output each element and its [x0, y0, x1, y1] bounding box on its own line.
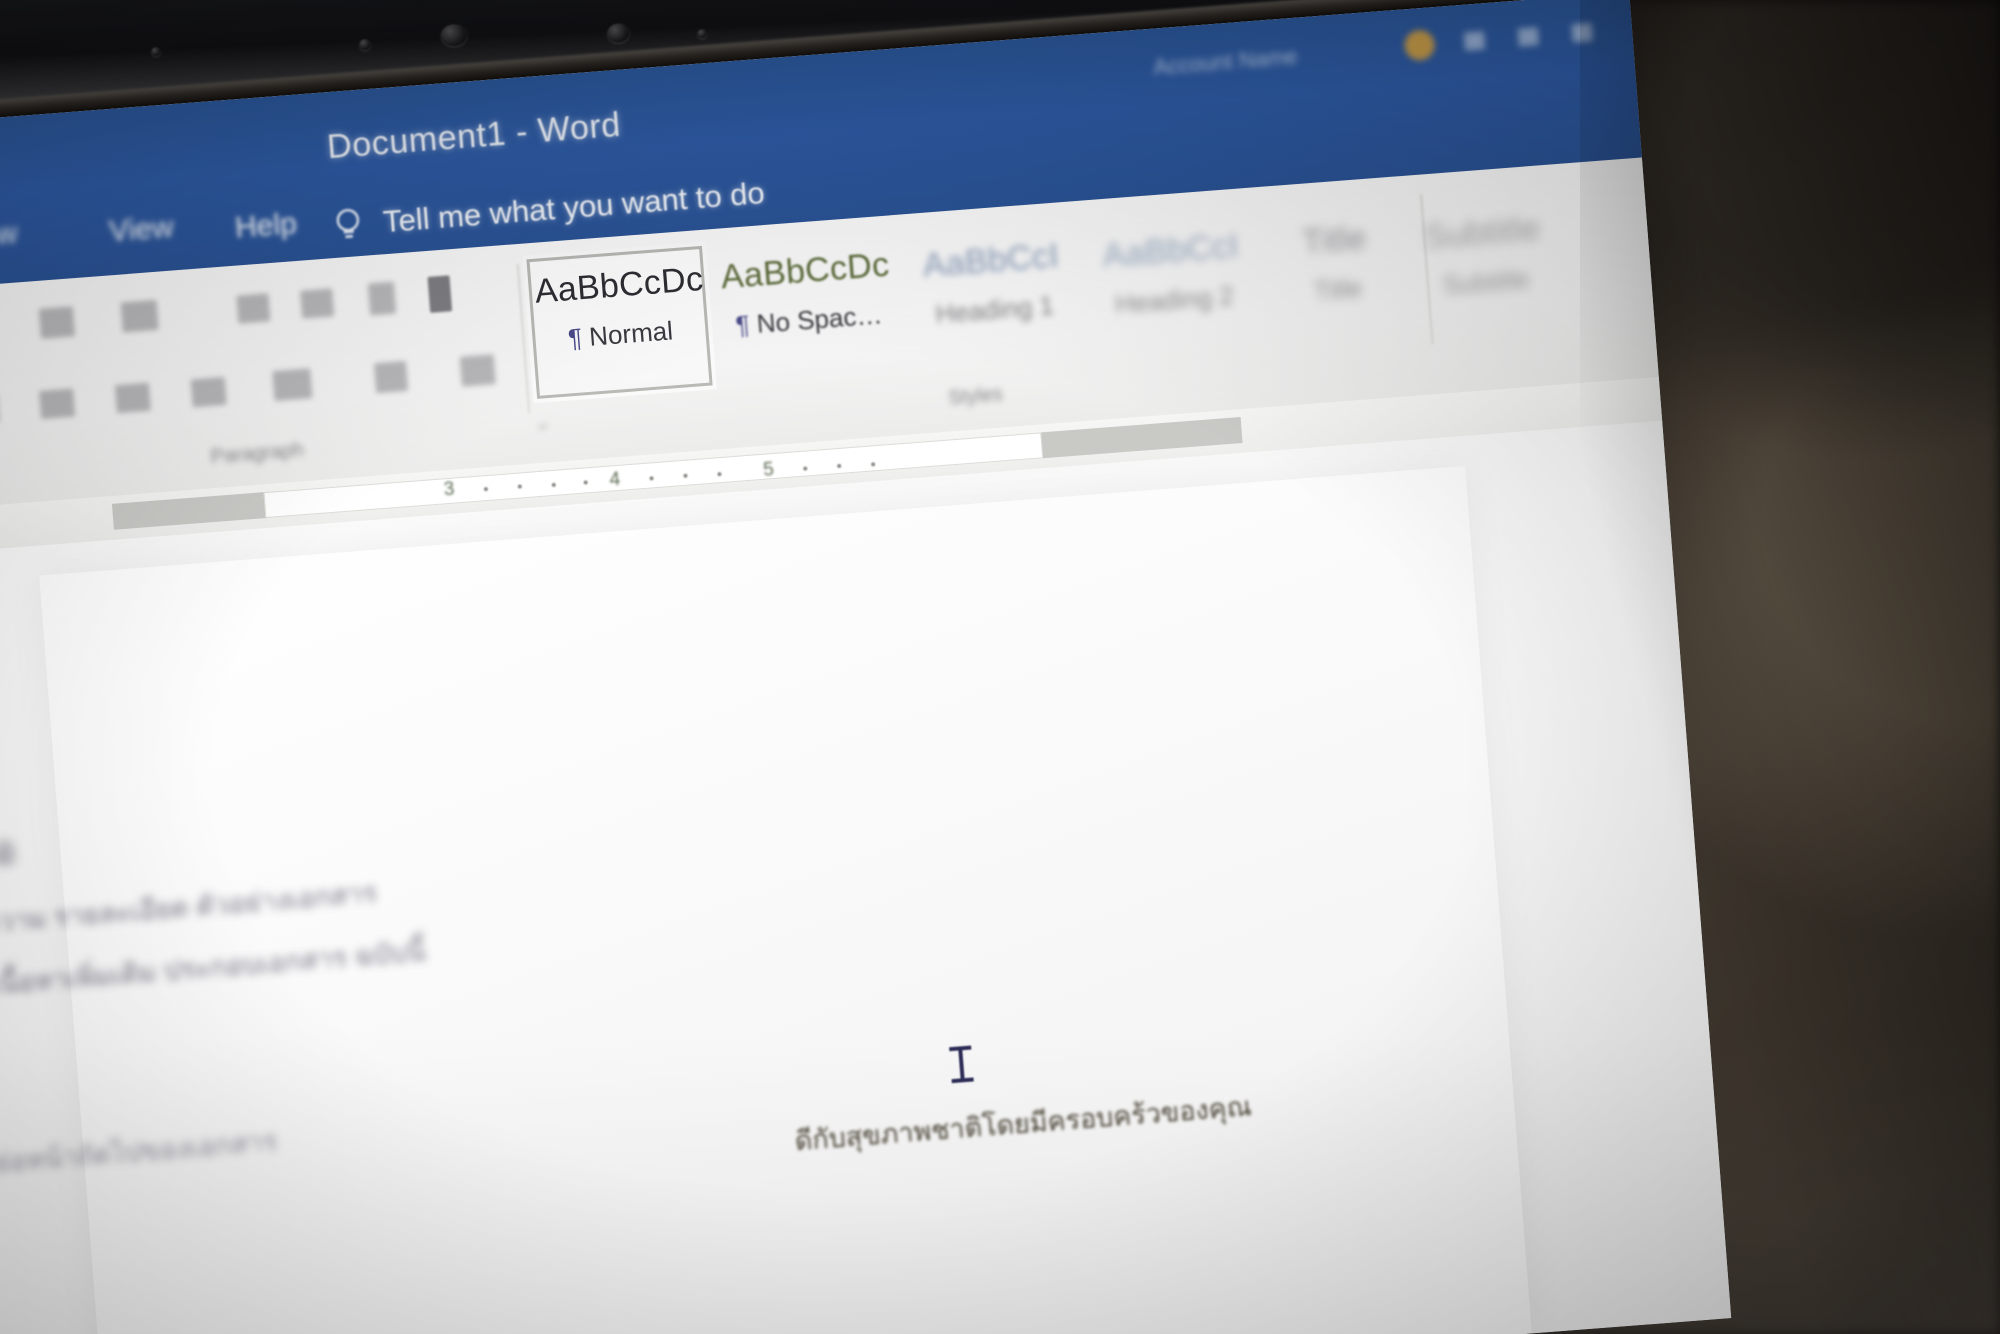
document-area[interactable]: หัวข้อ ข้อความ รายละเอียด ตัวอย่างเอกสาร… — [0, 417, 1732, 1334]
close-button[interactable] — [1571, 22, 1593, 43]
ruler-mark-4: 4 — [608, 468, 621, 491]
pilcrow-icon: ¶ — [734, 309, 751, 341]
lightbulb-icon — [336, 208, 360, 239]
justify-icon[interactable] — [190, 376, 227, 408]
document-line: ข้อความ รายละเอียด ตัวอย่างเอกสาร — [0, 877, 378, 941]
bezel-speck — [697, 28, 707, 39]
bezel-speck — [359, 38, 371, 51]
decrease-indent-icon[interactable] — [236, 293, 271, 324]
bezel-screw — [606, 22, 631, 44]
style-item-title[interactable]: Title Title — [1258, 216, 1414, 311]
style-sample: Subtitle — [1423, 209, 1542, 257]
maximize-button[interactable] — [1517, 27, 1539, 47]
laptop-screen: Document1 - Word Account Name Review Vie… — [0, 0, 1732, 1334]
align-center-icon[interactable] — [39, 388, 76, 420]
style-item-no-spacing[interactable]: AaBbCcDc ¶ No Spac… — [719, 246, 895, 343]
pilcrow-icon: ¶ — [566, 322, 584, 354]
show-formatting-marks-icon[interactable] — [427, 275, 453, 313]
document-line: เนื้อหาเพิ่มเติม ประกอบเอกสาร ฉบับนี้ — [0, 936, 427, 1000]
style-item-normal[interactable]: AaBbCcDc ¶ Normal — [533, 260, 704, 356]
increase-indent-icon[interactable] — [300, 288, 335, 319]
style-item-heading-1[interactable]: AaBbCcI Heading 1 — [905, 235, 1081, 332]
i-beam-cursor — [958, 1046, 965, 1083]
minimize-button[interactable] — [1463, 31, 1486, 51]
style-sample: AaBbCcI — [921, 236, 1061, 285]
document-line: ย่อหน้าถัดไปของเอกสาร — [0, 1126, 279, 1178]
document-heading: หัวข้อ — [0, 829, 18, 879]
laptop-lid: Document1 - Word Account Name Review Vie… — [0, 0, 1751, 1334]
ruler-margin-left[interactable] — [111, 490, 282, 530]
shading-icon[interactable] — [373, 360, 409, 394]
screenshot-root: Document1 - Word Account Name Review Vie… — [0, 0, 2000, 1334]
line-spacing-icon[interactable] — [272, 368, 313, 402]
style-label: Title — [1312, 272, 1364, 306]
ruler-mark-3: 3 — [443, 478, 456, 501]
sort-icon[interactable] — [367, 281, 397, 316]
tab-help[interactable]: Help — [234, 207, 298, 246]
bezel-speck — [151, 46, 161, 57]
document-thai-text: ดีกับสุขภาพชาติโดยมีครอบคร้วของคุณ — [793, 1091, 1253, 1157]
styles-group-label: Styles — [947, 383, 1004, 410]
style-label: Subtitle — [1441, 263, 1531, 301]
numbering-icon[interactable] — [38, 306, 75, 339]
style-item-heading-2[interactable]: AaBbCcI Heading 2 — [1084, 225, 1260, 322]
bezel-screw — [440, 23, 468, 48]
multilevel-list-icon[interactable] — [120, 299, 159, 333]
style-label: No Spac… — [755, 299, 884, 339]
style-sample: AaBbCcDc — [719, 245, 891, 297]
style-label: Normal — [588, 315, 674, 352]
style-name: ¶ No Spac… — [723, 298, 895, 342]
align-right-icon[interactable] — [114, 382, 151, 414]
style-item-subtitle[interactable]: Subtitle Subtitle — [1406, 208, 1562, 303]
style-label: Heading 1 — [934, 290, 1055, 330]
window-title: Document1 - Word — [325, 105, 623, 167]
account-name: Account Name — [1152, 43, 1299, 80]
borders-icon[interactable] — [459, 354, 496, 387]
avatar[interactable] — [1403, 29, 1436, 62]
style-label: Heading 2 — [1114, 280, 1235, 320]
paragraph-group-label: Paragraph — [209, 439, 305, 469]
tab-view[interactable]: View — [108, 210, 175, 249]
style-sample: Title — [1300, 218, 1368, 262]
style-sample: AaBbCcI — [1101, 226, 1241, 276]
ruler-mark-5: 5 — [762, 459, 775, 481]
tab-review[interactable]: Review — [0, 216, 19, 257]
document-page[interactable]: หัวข้อ ข้อความ รายละเอียด ตัวอย่างเอกสาร… — [0, 465, 1532, 1334]
ruler-margin-right[interactable] — [1041, 417, 1243, 459]
